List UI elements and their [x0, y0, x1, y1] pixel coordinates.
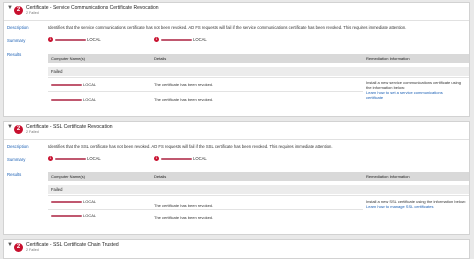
redacted-hostname — [161, 38, 192, 41]
table-row-computer: LOCAL — [51, 213, 96, 218]
results-label: Results — [7, 52, 22, 57]
group-label: Failed — [51, 69, 63, 74]
card-header[interactable]: ▼ 2 Certificate - SSL Certificate Revoca… — [4, 122, 469, 136]
card-title: Certificate - SSL Certificate Chain Trus… — [26, 242, 119, 248]
table-row-details: The certificate has been revoked. — [154, 97, 214, 102]
card-title: Certificate - SSL Certificate Revocation — [26, 124, 113, 130]
table-row-details: The certificate has been revoked. — [154, 82, 214, 87]
host-suffix: LOCAL — [87, 37, 101, 42]
redacted-hostname — [51, 200, 82, 203]
check-card-ssl-revocation: ▼ 2 Certificate - SSL Certificate Revoca… — [3, 121, 470, 235]
table-row-details: The certificate has been revoked. — [154, 203, 214, 208]
description-label: Description — [7, 144, 29, 149]
column-header[interactable]: Remediation Information — [366, 56, 410, 61]
redacted-hostname — [55, 157, 86, 160]
error-icon: 1 — [48, 156, 53, 162]
card-subtitle: 2 Failed — [26, 248, 39, 252]
host-suffix: LOCAL — [83, 82, 97, 87]
column-header[interactable]: Computer Name(s) — [51, 174, 85, 179]
card-header[interactable]: ▼ 2 Certificate - SSL Certificate Chain … — [4, 240, 469, 254]
error-icon: 1 — [154, 156, 159, 162]
remediation-info: Install a new service communications cer… — [366, 80, 461, 100]
check-card-service-communications: ▼ 2 Certificate - Service Communications… — [3, 2, 470, 117]
learn-more-link[interactable]: Learn how to manage SSL certificates — [366, 204, 466, 209]
results-label: Results — [7, 172, 22, 177]
host-suffix: LOCAL — [83, 213, 97, 218]
host-suffix: LOCAL — [193, 37, 207, 42]
group-row-failed[interactable]: Failed — [48, 67, 469, 76]
redacted-hostname — [55, 38, 86, 41]
results-table: Computer Name(s) Details Remediation Inf… — [48, 172, 469, 227]
column-header[interactable]: Computer Name(s) — [51, 56, 85, 61]
host-suffix: LOCAL — [83, 199, 97, 204]
card-subtitle: 2 Failed — [26, 11, 39, 15]
redacted-hostname — [51, 83, 82, 86]
table-row-computer: LOCAL — [51, 82, 96, 87]
table-row-computer: LOCAL — [51, 97, 96, 102]
error-icon: 1 — [154, 37, 159, 43]
row-divider — [48, 209, 363, 210]
chevron-down-icon[interactable]: ▼ — [7, 242, 13, 248]
row-divider — [48, 91, 363, 92]
row-divider — [48, 77, 469, 78]
learn-more-link[interactable]: certificate — [366, 95, 461, 100]
card-header[interactable]: ▼ 2 Certificate - Service Communications… — [4, 3, 469, 17]
description-text: Identifies that the service communicatio… — [48, 25, 407, 30]
row-divider — [48, 195, 469, 196]
summary-label: Summary — [7, 157, 26, 162]
redacted-hostname — [161, 157, 192, 160]
column-header[interactable]: Remediation Information — [366, 174, 410, 179]
host-suffix: LOCAL — [193, 156, 207, 161]
summary-item: 1 LOCAL — [48, 156, 101, 162]
column-header[interactable]: Details — [154, 56, 166, 61]
chevron-down-icon[interactable]: ▼ — [7, 5, 13, 11]
chevron-down-icon[interactable]: ▼ — [7, 124, 13, 130]
failed-count-badge: 2 — [14, 243, 23, 252]
group-row-failed[interactable]: Failed — [48, 185, 469, 194]
description-text: Identifies that the SSL certificate has … — [48, 144, 333, 149]
error-icon: 1 — [48, 37, 53, 43]
table-row-details: The certificate has been revoked. — [154, 215, 214, 220]
host-suffix: LOCAL — [87, 156, 101, 161]
card-title: Certificate - Service Communications Cer… — [26, 5, 159, 11]
remediation-info: Install a new SSL certificate using the … — [366, 199, 466, 209]
host-suffix: LOCAL — [83, 97, 97, 102]
table-header: Computer Name(s) Details Remediation Inf… — [48, 172, 469, 181]
divider — [4, 20, 469, 21]
results-table: Computer Name(s) Details Remediation Inf… — [48, 54, 469, 109]
description-label: Description — [7, 25, 29, 30]
summary-label: Summary — [7, 38, 26, 43]
table-row-computer: LOCAL — [51, 199, 96, 204]
check-card-ssl-chain: ▼ 2 Certificate - SSL Certificate Chain … — [3, 239, 470, 259]
failed-count-badge: 2 — [14, 125, 23, 134]
summary-item: 1 LOCAL — [154, 156, 207, 162]
failed-count-badge: 2 — [14, 6, 23, 15]
card-subtitle: 2 Failed — [26, 130, 39, 134]
column-header[interactable]: Details — [154, 174, 166, 179]
group-label: Failed — [51, 187, 63, 192]
table-header: Computer Name(s) Details Remediation Inf… — [48, 54, 469, 63]
redacted-hostname — [51, 98, 82, 101]
summary-item: 1 LOCAL — [154, 37, 207, 43]
redacted-hostname — [51, 214, 82, 217]
summary-item: 1 LOCAL — [48, 37, 101, 43]
divider — [4, 139, 469, 140]
